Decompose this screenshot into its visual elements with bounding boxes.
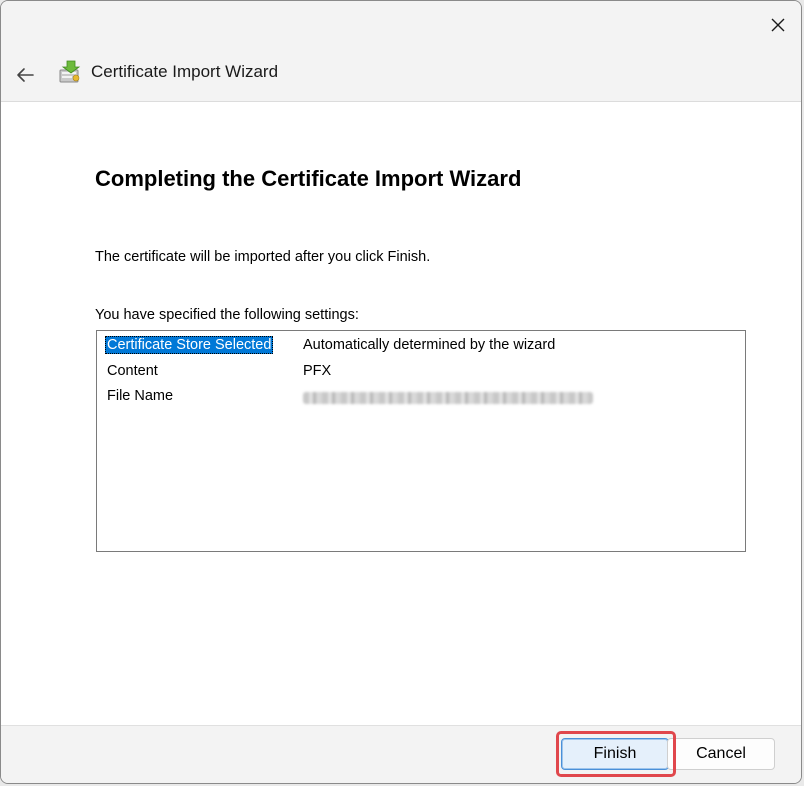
wizard-title: Certificate Import Wizard <box>91 62 279 81</box>
settings-value: PFX <box>303 363 332 379</box>
settings-value: Automatically determined by the wizard <box>303 337 556 353</box>
settings-key: Content <box>107 363 158 379</box>
finish-button[interactable]: Finish <box>561 738 669 770</box>
certificate-wizard-icon <box>59 60 81 83</box>
close-button[interactable] <box>755 1 801 49</box>
redacted-file-name <box>303 392 593 404</box>
certificate-import-dialog: Certificate Import Wizard Completing the… <box>0 0 802 784</box>
page-description: The certificate will be imported after y… <box>95 249 431 265</box>
wizard-content: Completing the Certificate Import Wizard… <box>1 101 801 726</box>
back-arrow-icon <box>17 68 34 82</box>
settings-label: You have specified the following setting… <box>95 307 359 323</box>
settings-list[interactable]: Certificate Store Selected Automatically… <box>96 330 746 552</box>
settings-key: File Name <box>107 388 174 404</box>
wizard-footer: Finish Cancel <box>1 725 801 783</box>
page-heading: Completing the Certificate Import Wizard <box>95 166 522 191</box>
close-icon <box>771 18 785 32</box>
back-button[interactable] <box>9 59 41 91</box>
settings-key: Certificate Store Selected <box>105 336 274 354</box>
wizard-header: Certificate Import Wizard <box>1 49 801 101</box>
title-bar <box>1 1 801 49</box>
cancel-button[interactable]: Cancel <box>667 738 775 770</box>
